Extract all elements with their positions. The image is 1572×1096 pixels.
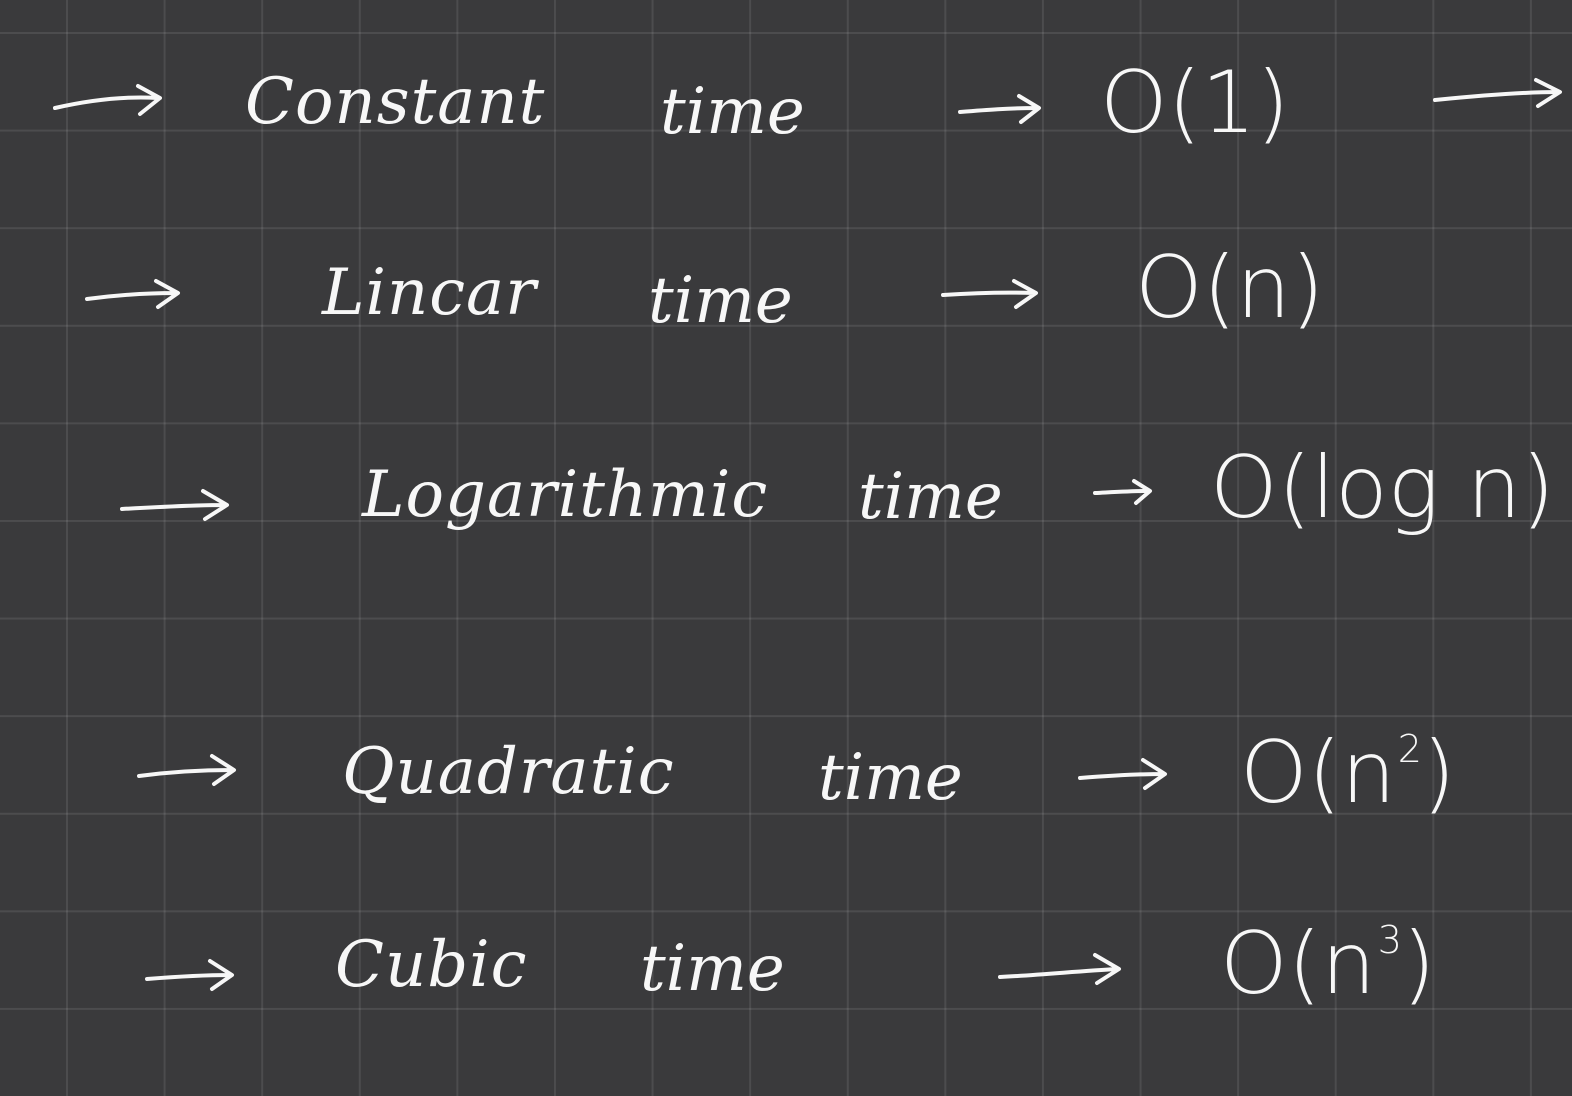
time-label: time [818, 741, 963, 815]
arrow-right-icon [998, 953, 1121, 985]
arrow-right-icon [85, 279, 180, 309]
row-cubic-time: Cubic time O(n3) [0, 895, 1572, 1075]
arrow-right-icon [1093, 479, 1152, 505]
big-o-notation: O(log n) [1210, 438, 1555, 538]
time-label: time [858, 460, 1003, 534]
row-logarithmic-time: Logarithmic time O(log n) [0, 425, 1572, 605]
term-label: Constant [245, 65, 546, 139]
big-o-notation: O(1) [1100, 53, 1290, 153]
time-label: time [660, 75, 805, 149]
arrow-right-icon [1433, 78, 1562, 108]
arrow-right-icon [120, 489, 229, 521]
arrow-right-icon [958, 94, 1041, 124]
big-o-notation: O(n3) [1220, 921, 1436, 1007]
big-o-notation: O(n2) [1240, 730, 1456, 816]
row-constant-time: Constant time O(1) [0, 30, 1572, 210]
notation-close: ) [1421, 723, 1456, 823]
notation-base: O(n [1240, 723, 1396, 823]
row-quadratic-time: Quadratic time O(n2) [0, 700, 1572, 880]
notation-base: O(n [1220, 914, 1376, 1014]
term-label: Lincar [322, 256, 537, 330]
term-label: Cubic [335, 928, 528, 1002]
grid-whiteboard: Constant time O(1) Lincar time O(n) Loga… [0, 0, 1572, 1096]
arrow-right-icon [53, 84, 162, 116]
arrow-right-icon [941, 279, 1038, 309]
arrow-right-icon [145, 959, 234, 991]
notation-close: ) [1401, 914, 1436, 1014]
time-label: time [640, 932, 785, 1006]
term-label: Quadratic [342, 735, 675, 809]
term-label: Logarithmic [362, 458, 769, 532]
time-label: time [648, 264, 793, 338]
arrow-right-icon [137, 754, 236, 786]
row-linear-time: Lincar time O(n) [0, 225, 1572, 405]
notation-exponent: 2 [1397, 727, 1422, 771]
notation-exponent: 3 [1377, 918, 1402, 962]
arrow-right-icon [1078, 758, 1167, 790]
big-o-notation: O(n) [1135, 238, 1325, 338]
